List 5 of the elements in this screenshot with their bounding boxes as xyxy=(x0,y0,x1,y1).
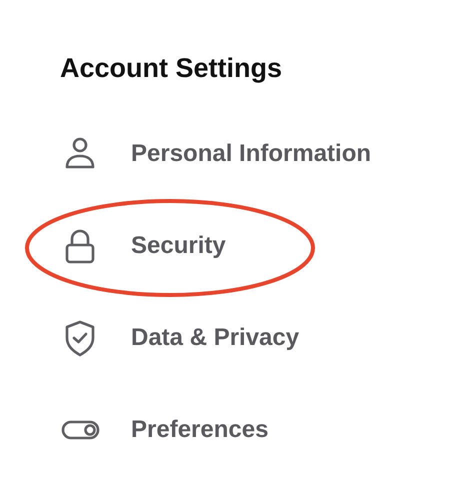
settings-menu-item[interactable]: Personal Information xyxy=(131,140,372,168)
settings-menu-item[interactable]: Preferences xyxy=(131,416,268,444)
settings-menu-item[interactable]: Security xyxy=(131,232,226,260)
section-title: Account Settings xyxy=(60,52,284,85)
settings-menu-item[interactable]: Data & Privacy xyxy=(131,324,300,352)
